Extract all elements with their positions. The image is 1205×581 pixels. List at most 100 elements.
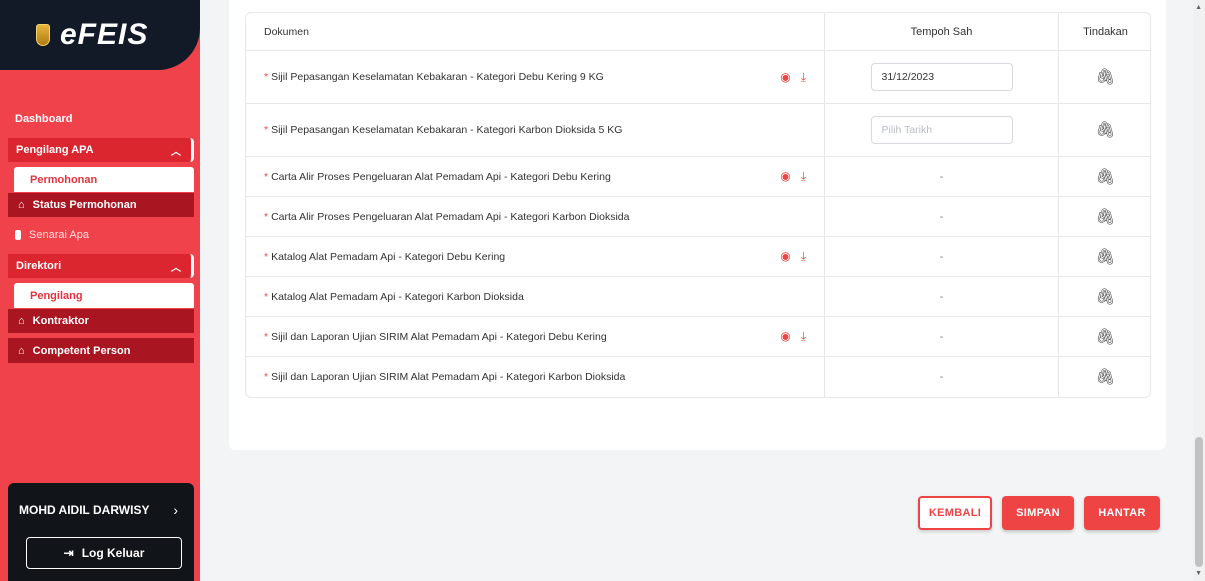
- sidebar-group-label: Pengilang APA: [16, 144, 94, 156]
- logout-button[interactable]: ⇥ Log Keluar: [26, 537, 182, 569]
- sidebar-item-label: Senarai Apa: [29, 229, 89, 241]
- logout-icon: ⇥: [63, 546, 74, 560]
- action-cell: 🖇: [1058, 104, 1150, 156]
- document-name: Sijil Pepasangan Keselamatan Kebakaran -…: [271, 71, 604, 83]
- eye-icon[interactable]: ◉: [780, 249, 790, 264]
- eye-icon[interactable]: ◉: [780, 329, 790, 344]
- validity-cell: 31/12/2023: [824, 51, 1058, 103]
- sidebar-item-senarai-apa[interactable]: Senarai Apa: [15, 229, 89, 241]
- documents-table: Dokumen Tempoh Sah Tindakan * Sijil Pepa…: [245, 12, 1151, 398]
- back-button[interactable]: KEMBALI: [918, 496, 992, 530]
- page-scrollbar[interactable]: ▲ ▼: [1193, 0, 1205, 581]
- table-row: * Sijil Pepasangan Keselamatan Kebakaran…: [246, 51, 1150, 104]
- validity-value: -: [939, 250, 944, 263]
- action-cell: 🖇: [1058, 197, 1150, 236]
- required-mark: *: [264, 290, 269, 303]
- brand-header: eFEIS: [0, 0, 200, 70]
- extinguisher-icon: [15, 230, 21, 240]
- sidebar-group-label: Direktori: [16, 260, 62, 272]
- paperclip-icon[interactable]: 🖇: [1095, 167, 1115, 187]
- column-header-tempoh-sah: Tempoh Sah: [824, 13, 1058, 50]
- brand-logo[interactable]: eFEIS: [36, 20, 148, 50]
- table-row: * Sijil dan Laporan Ujian SIRIM Alat Pem…: [246, 317, 1150, 357]
- paperclip-icon[interactable]: 🖇: [1095, 67, 1115, 87]
- logout-label: Log Keluar: [81, 546, 145, 560]
- download-icon[interactable]: ⤓: [801, 70, 806, 85]
- validity-date-input[interactable]: Pilih Tarikh: [870, 116, 1013, 144]
- sidebar-item-label: Competent Person: [32, 344, 131, 357]
- table-row: * Sijil dan Laporan Ujian SIRIM Alat Pem…: [246, 357, 1150, 397]
- table-row: * Katalog Alat Pemadam Api - Kategori Ka…: [246, 277, 1150, 317]
- sidebar-item-status-permohonan[interactable]: ⌂ Status Permohonan: [8, 193, 194, 217]
- document-cell: * Carta Alir Proses Pengeluaran Alat Pem…: [246, 197, 824, 236]
- document-name: Sijil Pepasangan Keselamatan Kebakaran -…: [271, 124, 623, 136]
- required-mark: *: [264, 371, 269, 383]
- sidebar-group-direktori[interactable]: Direktori ︿: [8, 254, 194, 278]
- download-icon[interactable]: ⤓: [801, 329, 806, 344]
- action-cell: 🖇: [1058, 357, 1150, 397]
- paperclip-icon[interactable]: 🖇: [1095, 367, 1115, 387]
- validity-value: -: [939, 170, 944, 183]
- required-mark: *: [264, 210, 269, 223]
- sidebar-item-pengilang[interactable]: Pengilang: [14, 283, 194, 308]
- scroll-up-icon[interactable]: ▲: [1195, 4, 1202, 11]
- sidebar-group-pengilang-apa[interactable]: Pengilang APA ︿: [8, 138, 194, 162]
- save-button[interactable]: SIMPAN: [1002, 496, 1074, 530]
- sidebar-item-permohonan[interactable]: Permohonan: [14, 167, 194, 192]
- eye-icon[interactable]: ◉: [780, 70, 790, 85]
- validity-cell: Pilih Tarikh: [824, 104, 1058, 156]
- validity-value: -: [939, 210, 944, 223]
- document-actions: ◉ ⤓: [780, 249, 806, 264]
- required-mark: *: [264, 330, 269, 343]
- eye-icon[interactable]: ◉: [780, 169, 790, 184]
- scroll-thumb[interactable]: [1195, 437, 1203, 567]
- validity-cell: -: [824, 157, 1058, 196]
- paperclip-icon[interactable]: 🖇: [1095, 120, 1115, 140]
- sidebar-item-label: Status Permohonan: [32, 199, 137, 211]
- chevron-up-icon: ︿: [171, 263, 181, 274]
- action-cell: 🖇: [1058, 237, 1150, 276]
- validity-date-input[interactable]: 31/12/2023: [870, 63, 1013, 91]
- table-row: * Katalog Alat Pemadam Api - Kategori De…: [246, 237, 1150, 277]
- validity-cell: -: [824, 357, 1058, 397]
- download-icon[interactable]: ⤓: [801, 249, 806, 264]
- document-cell: * Sijil dan Laporan Ujian SIRIM Alat Pem…: [246, 357, 824, 397]
- paperclip-icon[interactable]: 🖇: [1095, 327, 1115, 347]
- column-header-tindakan: Tindakan: [1058, 13, 1150, 50]
- validity-value: -: [939, 330, 944, 343]
- sidebar-item-competent-person[interactable]: ⌂ Competent Person: [8, 338, 194, 363]
- document-actions: ◉ ⤓: [780, 169, 806, 184]
- paperclip-icon[interactable]: 🖇: [1095, 247, 1115, 267]
- table-row: * Sijil Pepasangan Keselamatan Kebakaran…: [246, 104, 1150, 157]
- download-icon[interactable]: ⤓: [801, 169, 806, 184]
- document-name: Carta Alir Proses Pengeluaran Alat Pemad…: [271, 210, 630, 223]
- required-mark: *: [264, 250, 269, 263]
- document-actions: ◉ ⤓: [780, 70, 806, 85]
- document-name: Katalog Alat Pemadam Api - Kategori Karb…: [271, 290, 524, 303]
- home-icon: ⌂: [18, 199, 25, 211]
- document-name: Katalog Alat Pemadam Api - Kategori Debu…: [271, 250, 506, 263]
- home-icon: ⌂: [18, 315, 25, 327]
- sidebar-item-dashboard[interactable]: Dashboard: [15, 113, 72, 125]
- sidebar-item-kontraktor[interactable]: ⌂ Kontraktor: [8, 309, 194, 333]
- action-cell: 🖇: [1058, 51, 1150, 103]
- document-actions: ◉ ⤓: [780, 329, 806, 344]
- document-cell: * Sijil dan Laporan Ujian SIRIM Alat Pem…: [246, 317, 824, 356]
- document-name: Sijil dan Laporan Ujian SIRIM Alat Pemad…: [271, 371, 626, 383]
- sidebar: eFEIS Dashboard Pengilang APA ︿ Permohon…: [0, 0, 200, 581]
- validity-cell: -: [824, 197, 1058, 236]
- document-cell: * Katalog Alat Pemadam Api - Kategori De…: [246, 237, 824, 276]
- column-header-dokumen: Dokumen: [264, 25, 309, 38]
- scroll-down-icon[interactable]: ▼: [1195, 570, 1202, 577]
- chevron-right-icon[interactable]: ›: [173, 502, 178, 518]
- document-cell: * Katalog Alat Pemadam Api - Kategori Ka…: [246, 277, 824, 316]
- submit-button[interactable]: HANTAR: [1084, 496, 1160, 530]
- table-row: * Carta Alir Proses Pengeluaran Alat Pem…: [246, 157, 1150, 197]
- user-panel: MOHD AIDIL DARWISY › ⇥ Log Keluar: [8, 483, 194, 581]
- paperclip-icon[interactable]: 🖇: [1095, 287, 1115, 307]
- validity-value: -: [939, 290, 944, 303]
- user-name[interactable]: MOHD AIDIL DARWISY: [19, 503, 149, 517]
- paperclip-icon[interactable]: 🖇: [1095, 207, 1115, 227]
- validity-cell: -: [824, 277, 1058, 316]
- table-row: * Carta Alir Proses Pengeluaran Alat Pem…: [246, 197, 1150, 237]
